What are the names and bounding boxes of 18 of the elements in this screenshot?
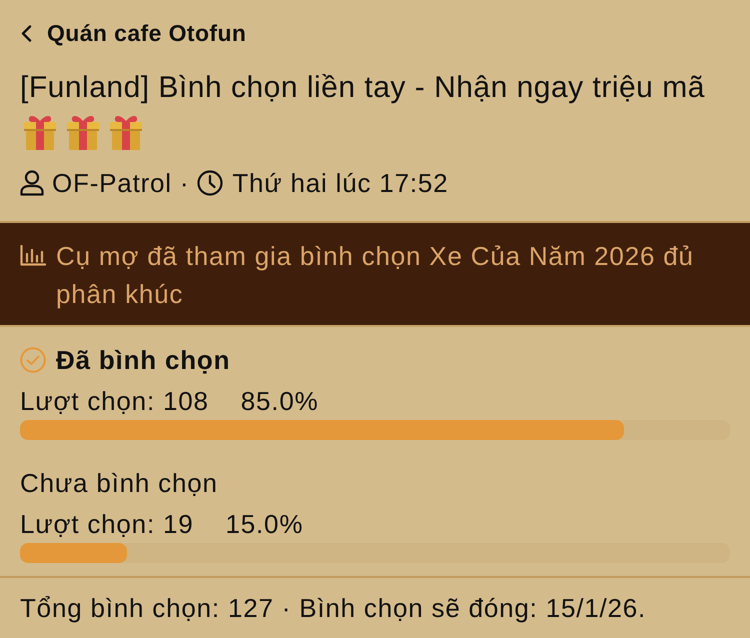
option-label[interactable]: Chưa bình chọn xyxy=(20,468,218,498)
thread-title: [Funland] Bình chọn liền tay - Nhận ngay triệu mã xyxy=(20,70,705,106)
user-icon xyxy=(20,170,44,196)
vote-count: Lượt chọn: 19 xyxy=(20,508,194,540)
chevron-left-icon xyxy=(20,24,33,42)
check-circle-icon xyxy=(20,347,46,373)
author-name[interactable]: OF-Patrol xyxy=(52,168,172,198)
meta-separator: · xyxy=(180,168,190,198)
option-label[interactable]: Đã bình chọn xyxy=(56,344,230,376)
post-time: Thứ hai lúc 17:52 xyxy=(232,168,448,198)
poll-question: Cụ mợ đã tham gia bình chọn Xe Của Năm 2026 đủ phân khúc xyxy=(56,240,695,311)
vote-percent: 15.0% xyxy=(226,508,304,540)
back-button[interactable]: Quán cafe Otofun xyxy=(20,20,246,46)
clock-icon xyxy=(197,170,224,196)
vote-count: Lượt chọn: 108 xyxy=(20,386,209,416)
vote-percent: 85.0% xyxy=(240,386,319,416)
bar-chart-icon xyxy=(20,245,46,266)
poll-summary: Tổng bình chọn: 127 · Bình chọn sẽ đóng: 15/1/26. xyxy=(20,593,646,623)
